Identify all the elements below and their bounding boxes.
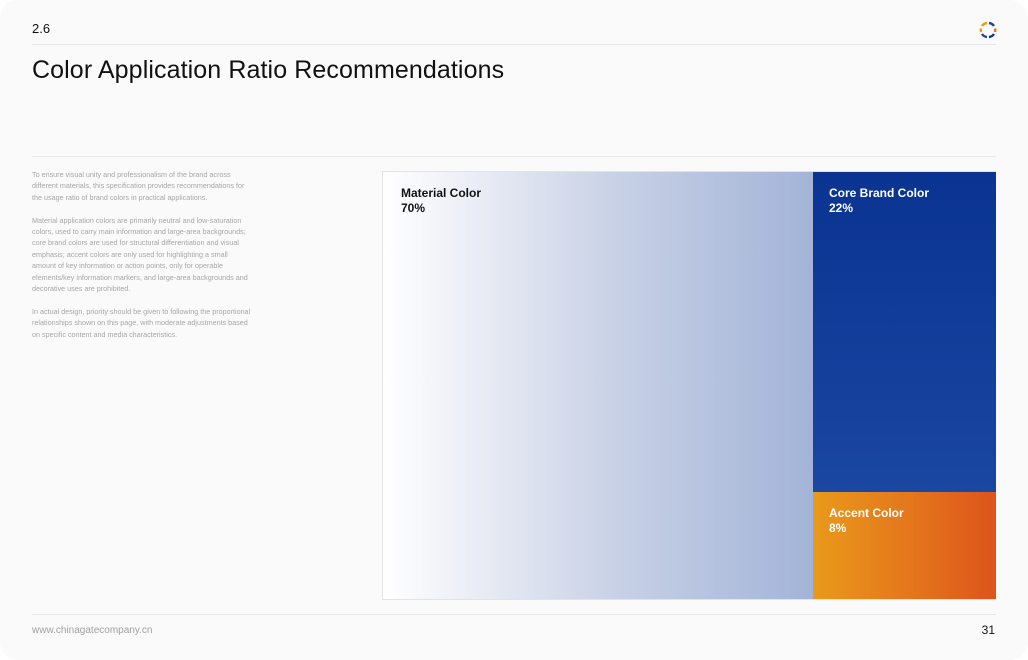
description-paragraph: In actual design, priority should be giv… [32,306,251,339]
description-paragraph: To ensure visual unity and professionali… [32,170,245,202]
accent-color-block: Accent Color 8% [813,492,996,599]
page-number: 31 [981,623,995,637]
material-color-block: Material Color 70% [383,172,813,599]
footer-divider [32,614,996,615]
core-brand-color-percent: 22% [829,201,854,215]
page-title: Color Application Ratio Recommendations [32,56,505,84]
material-color-percent: 70% [401,201,426,215]
header-divider [32,44,996,45]
description-paragraph: Material application colors are primaril… [32,215,248,294]
slide-page: 2.6 Color Application Ratio Recommendati… [0,0,1028,660]
accent-color-label: Accent Color [829,506,904,520]
description-text: To ensure visual unity and professionali… [32,169,252,351]
footer-website-link[interactable]: www.chinagatecompany.cn [32,625,152,636]
color-ratio-block-chart: Material Color 70% Core Brand Color 22% … [382,171,996,600]
core-brand-color-label: Core Brand Color [829,186,930,200]
ring-logo-icon [978,20,998,40]
material-color-label: Material Color [401,186,482,200]
section-number: 2.6 [32,21,51,36]
accent-color-percent: 8% [829,521,847,535]
core-brand-color-block: Core Brand Color 22% [813,172,996,492]
content-divider [32,156,996,157]
